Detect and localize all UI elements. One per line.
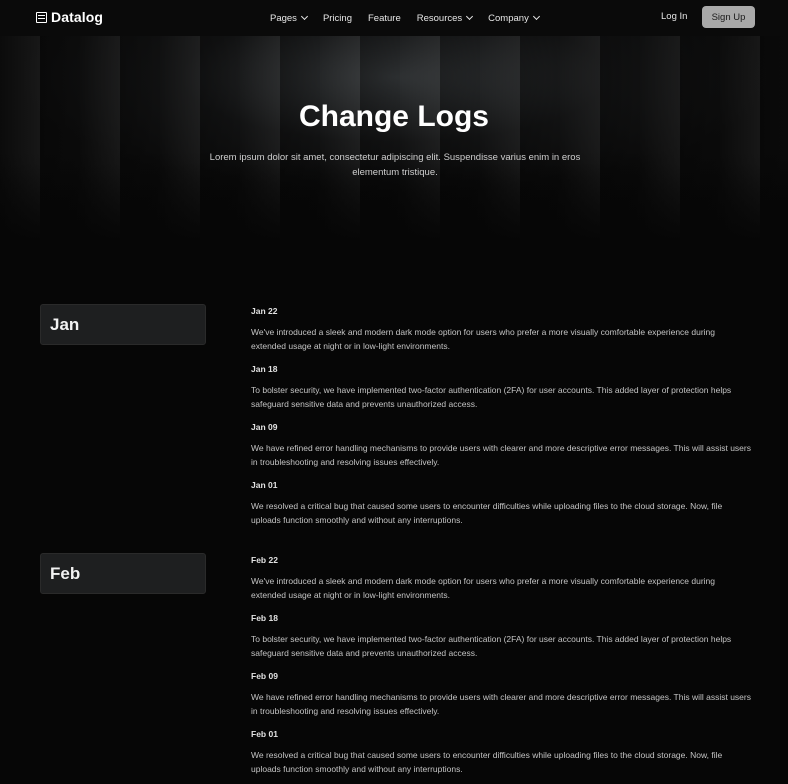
- entry-date: Feb 09: [251, 671, 278, 681]
- month-badge-jan: Jan: [40, 304, 206, 345]
- top-navbar: Datalog Pages Pricing Feature Resources …: [0, 0, 788, 36]
- chevron-down-icon: [300, 12, 308, 21]
- entry-date: Feb 18: [251, 613, 278, 623]
- signup-button[interactable]: Sign Up: [702, 6, 755, 28]
- entry-text: We've introduced a sleek and modern dark…: [251, 327, 716, 351]
- entry-text: We resolved a critical bug that caused s…: [251, 750, 723, 774]
- chevron-down-icon: [532, 12, 540, 21]
- page-title: Change Logs: [298, 100, 489, 133]
- brand-name: Datalog: [51, 9, 104, 25]
- nav-item-label: Company: [488, 12, 529, 24]
- nav-item-company[interactable]: Company: [488, 12, 540, 24]
- nav-item-pages[interactable]: Pages: [270, 12, 308, 24]
- table-icon: [36, 11, 47, 23]
- entry-text: To bolster security, we have implemented…: [251, 385, 732, 409]
- entry-text: We have refined error handling mechanism…: [251, 443, 751, 467]
- entry-text: We have refined error handling mechanism…: [251, 692, 751, 716]
- entry-text: To bolster security, we have implemented…: [251, 634, 732, 658]
- entry-date: Jan 01: [251, 480, 278, 490]
- nav-item-label: Pricing: [322, 12, 352, 24]
- chevron-down-icon: [466, 12, 474, 21]
- entry-date: Jan 22: [251, 306, 278, 316]
- nav-item-label: Pages: [270, 12, 297, 24]
- main-menu: Pages Pricing Feature Resources Company: [270, 0, 555, 36]
- entry-text: We've introduced a sleek and modern dark…: [251, 576, 716, 600]
- entry-date: Jan 18: [251, 364, 278, 374]
- entry-date: Feb 22: [251, 555, 278, 565]
- entry-date: Feb 01: [251, 729, 278, 739]
- nav-item-resources[interactable]: Resources: [416, 12, 474, 24]
- month-badge-feb: Feb: [40, 553, 206, 594]
- brand-logo[interactable]: Datalog: [36, 9, 103, 25]
- nav-item-label: Resources: [416, 12, 463, 24]
- entry-text: We resolved a critical bug that caused s…: [251, 501, 723, 525]
- nav-item-label: Feature: [367, 12, 401, 24]
- page-subtitle: Lorem ipsum dolor sit amet, consectetur …: [209, 152, 581, 178]
- login-link[interactable]: Log In: [661, 11, 687, 22]
- page: Datalog Pages Pricing Feature Resources …: [0, 0, 788, 784]
- hero-section: Change Logs Lorem ipsum dolor sit amet, …: [0, 36, 788, 242]
- nav-item-pricing[interactable]: Pricing: [323, 13, 352, 24]
- nav-item-feature[interactable]: Feature: [368, 13, 401, 24]
- entry-date: Jan 09: [251, 422, 278, 432]
